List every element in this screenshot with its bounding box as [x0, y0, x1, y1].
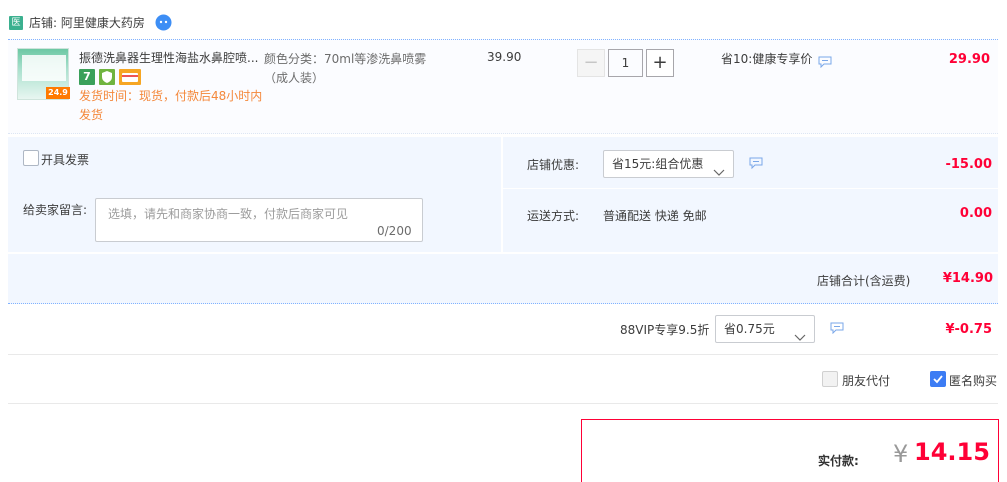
vip-discount-selected: 省0.75元 [724, 322, 775, 336]
shop-type-icon: 医 [9, 16, 23, 30]
promo-info-icon[interactable] [818, 56, 832, 69]
shipping-label: 运送方式: [527, 209, 580, 223]
chevron-down-icon [713, 160, 725, 176]
seven-day-return-icon[interactable]: 7 [79, 69, 95, 85]
shop-discount-select[interactable]: 省15元:组合优惠 [603, 150, 734, 178]
vip-discount-amount: ¥-0.75 [945, 322, 992, 337]
friend-pay-checkbox[interactable] [822, 371, 838, 387]
message-label: 给卖家留言: [23, 203, 88, 217]
quantity-decrease-button[interactable]: − [577, 49, 605, 77]
shop-discount-selected: 省15元:组合优惠 [612, 157, 704, 171]
panel-row-divider [503, 188, 998, 189]
anonymous-label[interactable]: 匿名购买 [949, 372, 997, 389]
vip-discount-select[interactable]: 省0.75元 [715, 315, 815, 343]
product-title-link[interactable]: 振德洗鼻器生理性海盐水鼻腔喷... [79, 50, 261, 66]
wangwang-chat-icon[interactable] [155, 14, 172, 31]
shop-discount-label: 店铺优惠: [527, 158, 580, 172]
guarantee-shield-icon[interactable] [99, 69, 115, 85]
unit-price: 39.90 [487, 50, 522, 64]
shipping-fee: 0.00 [959, 206, 992, 221]
vip-info-icon[interactable] [830, 322, 844, 335]
shipping-method: 普通配送 快递 免邮 [603, 209, 707, 223]
credit-card-icon[interactable] [119, 69, 141, 85]
message-char-count: 0/200 [377, 224, 412, 238]
sku-text: 颜色分类：70ml等渗洗鼻喷雾（成人装） [264, 52, 427, 85]
chevron-down-icon [794, 325, 806, 341]
invoice-checkbox[interactable] [23, 150, 39, 166]
shop-total-value: ¥14.90 [942, 271, 993, 286]
friend-pay-label[interactable]: 朋友代付 [842, 372, 890, 389]
thumb-label-area [22, 55, 66, 81]
thumb-price-badge: 24.9 [46, 87, 70, 99]
item-total-price: 29.90 [948, 52, 990, 67]
item-promo-text: 省10:健康专享价 [721, 52, 813, 66]
product-thumbnail[interactable]: 24.9 [17, 48, 70, 100]
discount-shipping-panel [503, 137, 998, 252]
quantity-input[interactable]: 1 [608, 49, 643, 77]
vip-discount-row [8, 305, 998, 355]
invoice-label[interactable]: 开具发票 [41, 151, 89, 168]
discount-info-icon[interactable] [749, 157, 763, 170]
pay-amount-label: 实付款: [818, 454, 859, 468]
currency-symbol: ¥ [893, 440, 909, 468]
panel-divider [501, 137, 503, 252]
quantity-increase-button[interactable]: + [646, 49, 674, 77]
vip-discount-label: 88VIP专享9.5折 [620, 323, 710, 337]
shop-total-label: 店铺合计(含运费) [817, 274, 911, 288]
shop-discount-amount: -15.00 [945, 157, 992, 172]
ship-time-text: 发货时间：现货，付款后48小时内发货 [79, 89, 263, 122]
anonymous-checkbox[interactable] [930, 371, 946, 387]
shop-name[interactable]: 店铺: 阿里健康大药房 [29, 16, 145, 30]
message-placeholder: 选填，请先和商家协商一致，付款后商家可见 [108, 207, 349, 221]
pay-amount-value: 14.15 [914, 438, 990, 466]
